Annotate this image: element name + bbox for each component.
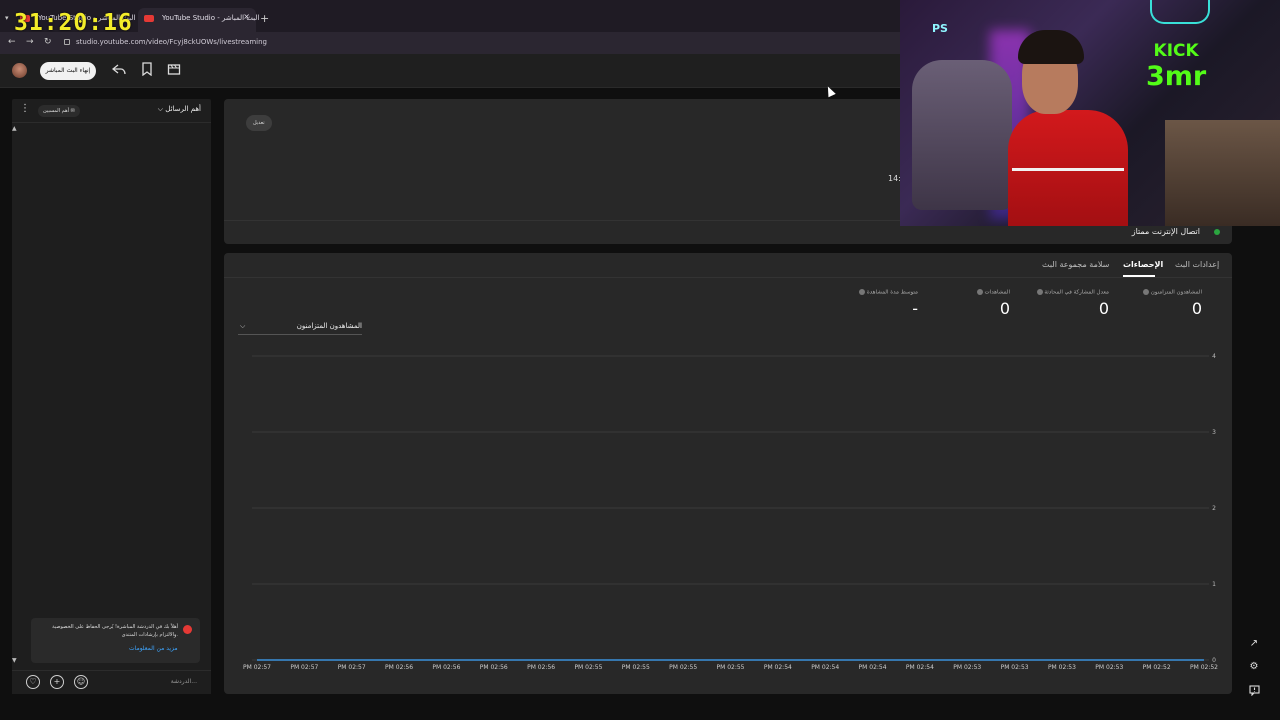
metric-label: متوسط مدة المشاهدة — [808, 289, 918, 296]
concurrent-viewers-chart: 4 3 2 1 0 PM 02:57 PM 02:57 PM 02:57 PM 02:56 PM … — [243, 353, 1218, 671]
x-tick-label: PM 02:54 — [859, 664, 887, 671]
x-tick-label: PM 02:53 — [953, 664, 981, 671]
youtube-favicon-icon — [144, 15, 154, 22]
x-tick-label: PM 02:57 — [243, 664, 271, 671]
chevron-down-icon: ⌵ — [240, 322, 246, 330]
x-tick-label: PM 02:52 — [1143, 664, 1171, 671]
y-tick-label: 1 — [1212, 581, 1216, 588]
metric-value: 0 — [1098, 298, 1109, 318]
x-tick-label: PM 02:56 — [527, 664, 555, 671]
tab-stream-settings[interactable]: إعدادات البث — [1175, 260, 1219, 269]
connection-status-text: اتصال الإنترنت ممتاز — [1131, 227, 1200, 236]
tab-stream-health[interactable]: سلامة مجموعة البث — [1042, 260, 1109, 269]
bookmark-icon[interactable] — [140, 62, 154, 78]
kick-logo: KICK 3mr — [1146, 38, 1206, 90]
chat-mode-dropdown[interactable]: ⌵ أهم الرسائل — [158, 105, 201, 114]
x-tick-label: PM 02:54 — [764, 664, 792, 671]
chat-mode-label: أهم الرسائل — [165, 105, 201, 113]
settings-icon[interactable]: ⚙ — [1248, 661, 1260, 673]
feedback-icon[interactable] — [1248, 685, 1260, 697]
youtube-notice-icon — [183, 625, 192, 634]
add-icon[interactable]: + — [50, 675, 64, 689]
x-tick-label: PM 02:56 — [385, 664, 413, 671]
metric-value: - — [912, 298, 918, 318]
hexagon-light — [1150, 0, 1210, 24]
shirt-stripe — [1012, 168, 1124, 171]
x-tick-label: PM 02:53 — [1001, 664, 1029, 671]
chat-input-bar: ♡ + ☺ الدردشة... — [12, 670, 211, 694]
chat-badge-label: أهم المسيين — [43, 108, 70, 114]
avatar[interactable] — [12, 63, 27, 78]
metric-label-text: المشاهدات — [984, 289, 1010, 296]
url-field[interactable]: studio.youtube.com/video/Fcyj8ckUOWs/liv… — [64, 38, 267, 46]
edit-button[interactable]: تعديل — [246, 115, 272, 131]
learn-more-link[interactable]: مزيد من المعلومات — [129, 645, 178, 652]
gaming-chair — [912, 60, 1012, 210]
back-icon[interactable]: ← — [8, 37, 16, 47]
x-tick-label: PM 02:52 — [1190, 664, 1218, 671]
x-tick-label: PM 02:55 — [622, 664, 650, 671]
connection-status-dot — [1214, 229, 1220, 235]
x-tick-label: PM 02:53 — [1095, 664, 1123, 671]
scroll-up-icon[interactable]: ▲ — [12, 125, 17, 132]
webcam-overlay: PS KICK 3mr — [900, 0, 1280, 226]
tab-search-icon[interactable]: ▾ — [5, 14, 9, 22]
x-tick-label: PM 02:55 — [717, 664, 745, 671]
x-tick-label: PM 02:55 — [669, 664, 697, 671]
metric-avg-watch-time: متوسط مدة المشاهدة - — [808, 289, 918, 318]
info-icon[interactable] — [1036, 289, 1043, 295]
background-chair — [1165, 120, 1280, 226]
forward-icon[interactable]: → — [26, 37, 34, 47]
reload-icon[interactable]: ↻ — [44, 37, 52, 47]
chat-filter-badge[interactable]: أهم المسيين ✉ — [38, 105, 80, 117]
y-tick-label: 4 — [1212, 353, 1216, 360]
playstation-logo: PS — [932, 22, 948, 35]
metric-label-text: معدل المشاركة في المحادثة — [1044, 289, 1109, 296]
y-tick-label: 2 — [1212, 505, 1216, 512]
x-tick-label: PM 02:55 — [574, 664, 602, 671]
streamer-hair — [1018, 30, 1084, 64]
metric-label-text: متوسط مدة المشاهدة — [866, 289, 918, 296]
graph-metric-dropdown[interactable]: ⌵ المشاهدون المتزامنون — [238, 321, 362, 335]
more-vert-icon[interactable]: ⋮ — [20, 103, 30, 114]
scroll-down-icon[interactable]: ▼ — [12, 657, 17, 664]
x-tick-label: PM 02:57 — [290, 664, 318, 671]
metric-label: معدل المشاركة في المحادثة — [999, 289, 1109, 296]
heart-icon[interactable]: ♡ — [26, 675, 40, 689]
x-tick-label: PM 02:54 — [811, 664, 839, 671]
graph-metric-label: المشاهدون المتزامنون — [296, 322, 362, 330]
x-tick-label: PM 02:54 — [906, 664, 934, 671]
divider — [224, 277, 1232, 278]
info-icon[interactable] — [1142, 289, 1149, 295]
open-in-new-icon[interactable]: ↗ — [1248, 638, 1260, 650]
x-tick-label: PM 02:56 — [432, 664, 460, 671]
new-tab-button[interactable]: + — [260, 12, 269, 25]
emoji-icon[interactable]: ☺ — [74, 675, 88, 689]
chat-welcome-notice: أهلاً بك في الدردشة المباشرة! يُرجى الحف… — [31, 618, 200, 663]
chat-input[interactable]: الدردشة... — [112, 678, 197, 685]
x-tick-label: PM 02:56 — [480, 664, 508, 671]
y-tick-label: 0 — [1212, 657, 1216, 664]
x-tick-label: PM 02:57 — [338, 664, 366, 671]
chat-header: ⋮ أهم المسيين ✉ ⌵ أهم الرسائل — [12, 99, 211, 123]
info-icon[interactable] — [976, 289, 983, 295]
y-tick-label: 3 — [1212, 429, 1216, 436]
site-info-icon[interactable] — [64, 39, 70, 45]
metric-label-text: المشاهدون المتزامنون — [1150, 289, 1202, 296]
notice-text: أهلاً بك في الدردشة المباشرة! يُرجى الحف… — [52, 624, 178, 638]
clapperboard-icon[interactable] — [167, 62, 181, 78]
tab-analytics[interactable]: الإحصاءات — [1123, 260, 1163, 269]
stream-time-partial: 14: — [888, 174, 901, 183]
info-icon[interactable] — [859, 289, 866, 295]
url-text: studio.youtube.com/video/Fcyj8ckUOWs/liv… — [76, 38, 267, 46]
metric-chat-rate: معدل المشاركة في المحادثة 0 — [999, 289, 1109, 318]
share-icon[interactable] — [111, 62, 126, 78]
kick-logo-bottom: 3mr — [1146, 61, 1207, 92]
live-chat-panel: ⋮ أهم المسيين ✉ ⌵ أهم الرسائل ▲ أهلاً بك… — [12, 99, 211, 694]
browser-tab-2[interactable]: YouTube Studio - البث المباشر × — [138, 8, 259, 34]
end-stream-button[interactable]: إنهاء البث المباشر — [40, 62, 96, 80]
close-tab-icon[interactable]: × — [243, 12, 250, 21]
x-tick-label: PM 02:53 — [1048, 664, 1076, 671]
